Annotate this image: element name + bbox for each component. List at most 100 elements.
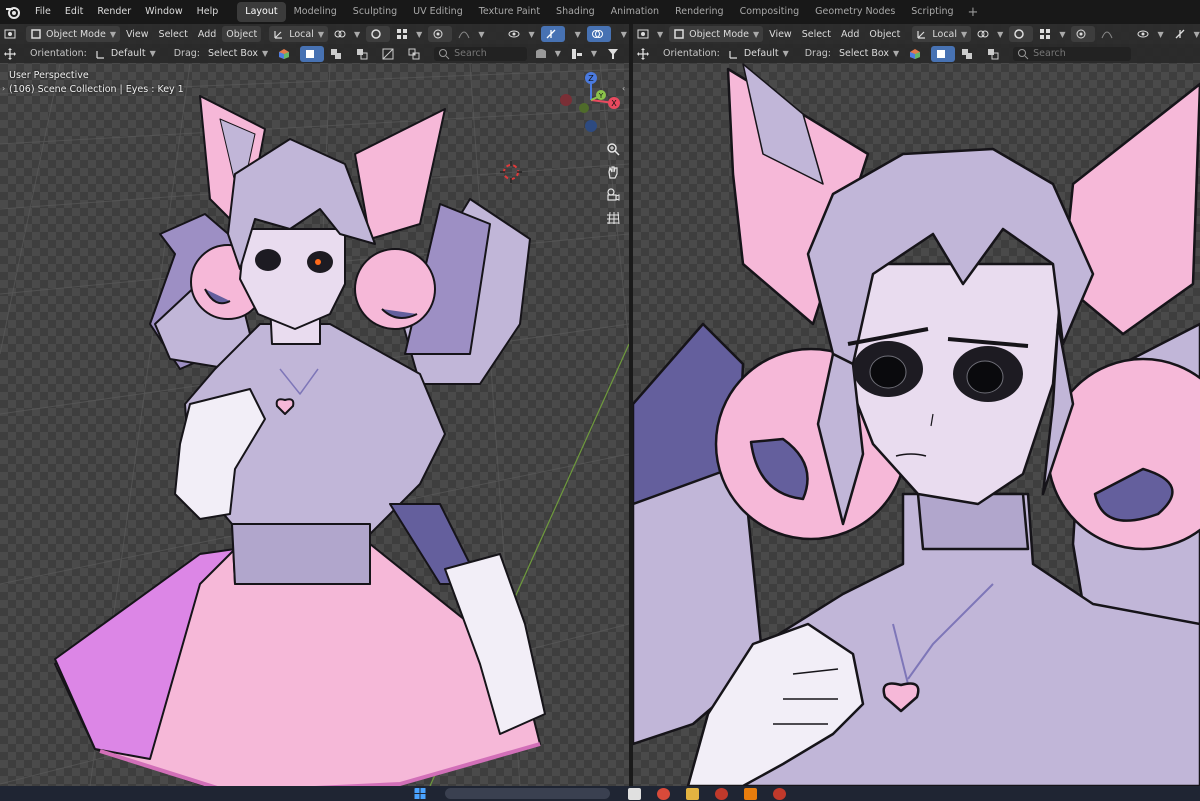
- top-menu-bar: File Edit Render Window Help Layout Mode…: [0, 0, 1200, 24]
- search-icon: [439, 48, 450, 59]
- workspace-tabs: Layout Modeling Sculpting UV Editing Tex…: [237, 2, 984, 22]
- app-red-icon[interactable]: [715, 787, 728, 800]
- menu-object-left[interactable]: Object: [222, 26, 262, 42]
- editor-type-button-right[interactable]: ▼: [633, 26, 667, 42]
- gizmo-toggle-right[interactable]: ▼: [1170, 26, 1200, 42]
- viewport-right[interactable]: ▼ Object Mode ▼ View Select Add Object Lo…: [633, 24, 1200, 786]
- menu-window[interactable]: Window: [138, 0, 189, 24]
- select-mode-subtract-button-right[interactable]: [983, 46, 1007, 62]
- blender-taskbar-icon[interactable]: [744, 787, 757, 800]
- collection-info-label: (106) Scene Collection | Eyes : Key 1: [9, 84, 184, 95]
- object-mode-icon: [674, 29, 684, 39]
- snap-toggle-right[interactable]: [1009, 26, 1034, 42]
- n-panel-expand-icon[interactable]: ‹: [622, 84, 625, 93]
- proportional-edit-toggle[interactable]: [428, 26, 453, 42]
- object-mode-dropdown-right[interactable]: Object Mode ▼: [669, 26, 764, 42]
- visibility-button-right[interactable]: ▼: [1133, 26, 1167, 42]
- browser-icon[interactable]: [657, 787, 670, 800]
- menu-object-right[interactable]: Object: [865, 26, 904, 42]
- menu-file[interactable]: File: [28, 0, 58, 24]
- select-mode-invert-button[interactable]: [378, 46, 402, 62]
- sidebar-expand-icon[interactable]: ›: [2, 84, 5, 93]
- menu-render[interactable]: Render: [90, 0, 138, 24]
- transform-orientation-dropdown-right[interactable]: Local ▼: [912, 26, 972, 42]
- tab-uv-editing[interactable]: UV Editing: [405, 2, 471, 22]
- editor-type-button[interactable]: [0, 26, 24, 42]
- orientation-dropdown[interactable]: Default ▼: [91, 46, 160, 62]
- menu-select-right[interactable]: Select: [798, 26, 835, 42]
- tab-compositing[interactable]: Compositing: [732, 2, 808, 22]
- tab-animation[interactable]: Animation: [603, 2, 667, 22]
- snap-element-button[interactable]: ▼: [392, 26, 426, 42]
- scene-color-button[interactable]: [274, 46, 298, 62]
- select-mode-intersect-button[interactable]: [404, 46, 428, 62]
- task-view-icon[interactable]: [628, 787, 641, 800]
- visibility-button[interactable]: ▼: [504, 26, 538, 42]
- snap-toggle[interactable]: [366, 26, 391, 42]
- overlay-icon: [591, 30, 603, 38]
- gizmo-icon: [1175, 29, 1185, 39]
- tab-rendering[interactable]: Rendering: [667, 2, 732, 22]
- app-icon[interactable]: [773, 787, 786, 800]
- tab-geometry-nodes[interactable]: Geometry Nodes: [807, 2, 903, 22]
- link-icon: [334, 30, 346, 38]
- 3d-cursor-icon[interactable]: [500, 161, 522, 183]
- menu-view-left[interactable]: View: [122, 26, 153, 42]
- tab-scripting[interactable]: Scripting: [903, 2, 961, 22]
- move-tool-button[interactable]: [0, 46, 24, 62]
- windows-start-icon[interactable]: [414, 787, 427, 800]
- menu-help[interactable]: Help: [190, 0, 226, 24]
- drag-dropdown-right[interactable]: Select Box ▼: [835, 46, 903, 62]
- filter-dropdown[interactable]: ▼: [531, 46, 565, 62]
- pan-hand-icon[interactable]: [606, 165, 620, 179]
- snap-element-button-right[interactable]: ▼: [1035, 26, 1069, 42]
- gizmo-dropdown[interactable]: ▼: [567, 26, 585, 42]
- menu-select-left[interactable]: Select: [155, 26, 192, 42]
- overlay-toggle[interactable]: [586, 26, 611, 42]
- viewport-left-header: Object Mode ▼ View Select Add Object Loca…: [0, 24, 629, 44]
- orientation-dropdown-right[interactable]: Default ▼: [724, 46, 793, 62]
- camera-view-icon[interactable]: [606, 188, 620, 202]
- falloff-button[interactable]: ▼: [454, 26, 488, 42]
- file-explorer-icon[interactable]: [686, 787, 699, 800]
- select-mode-subtract-button[interactable]: [352, 46, 376, 62]
- proportional-edit-toggle-right[interactable]: [1071, 26, 1096, 42]
- blender-logo-icon[interactable]: [5, 4, 21, 20]
- move-tool-button-right[interactable]: [633, 46, 657, 62]
- pivot-point-button[interactable]: ▼: [330, 26, 364, 42]
- ortho-grid-icon[interactable]: [606, 211, 620, 225]
- transform-orientation-dropdown[interactable]: Local ▼: [269, 26, 328, 42]
- falloff-button-right[interactable]: [1097, 26, 1121, 42]
- menu-add-right[interactable]: Add: [837, 26, 863, 42]
- scene-color-button-right[interactable]: [905, 46, 929, 62]
- menu-add-left[interactable]: Add: [194, 26, 220, 42]
- falloff-curve-icon: [1102, 31, 1113, 39]
- add-workspace-button[interactable]: +: [962, 5, 985, 20]
- search-input[interactable]: Search: [434, 46, 527, 61]
- drag-dropdown[interactable]: Select Box ▼: [204, 46, 272, 62]
- select-mode-extend-button-right[interactable]: [957, 46, 981, 62]
- select-mode-extend-button[interactable]: [326, 46, 350, 62]
- gizmo-icon: [546, 29, 556, 39]
- navigation-gizmo[interactable]: Z X Y: [556, 70, 626, 140]
- object-mode-dropdown[interactable]: Object Mode ▼: [26, 26, 120, 42]
- zoom-icon[interactable]: [606, 142, 620, 156]
- select-mode-set-button[interactable]: [300, 45, 325, 62]
- tab-layout[interactable]: Layout: [237, 2, 286, 22]
- select-subtract-icon: [988, 48, 999, 59]
- menu-edit[interactable]: Edit: [58, 0, 90, 24]
- tab-shading[interactable]: Shading: [548, 2, 603, 22]
- overlay-dropdown[interactable]: ▼: [613, 26, 629, 42]
- menu-view-right[interactable]: View: [765, 26, 796, 42]
- pivot-point-button-right[interactable]: ▼: [973, 26, 1007, 42]
- tab-sculpting[interactable]: Sculpting: [345, 2, 405, 22]
- tab-texture-paint[interactable]: Texture Paint: [471, 2, 548, 22]
- taskbar-search-box[interactable]: [445, 788, 610, 799]
- select-mode-set-button-right[interactable]: [931, 45, 956, 62]
- transform-affect-button[interactable]: ▼: [567, 46, 601, 62]
- search-input-right[interactable]: Search: [1013, 46, 1132, 61]
- filter-funnel-button[interactable]: [603, 46, 627, 62]
- viewport-left[interactable]: Z X Y User Perspective (106) Scene Colle…: [0, 24, 629, 786]
- tab-modeling[interactable]: Modeling: [286, 2, 345, 22]
- gizmo-toggle[interactable]: [540, 26, 565, 42]
